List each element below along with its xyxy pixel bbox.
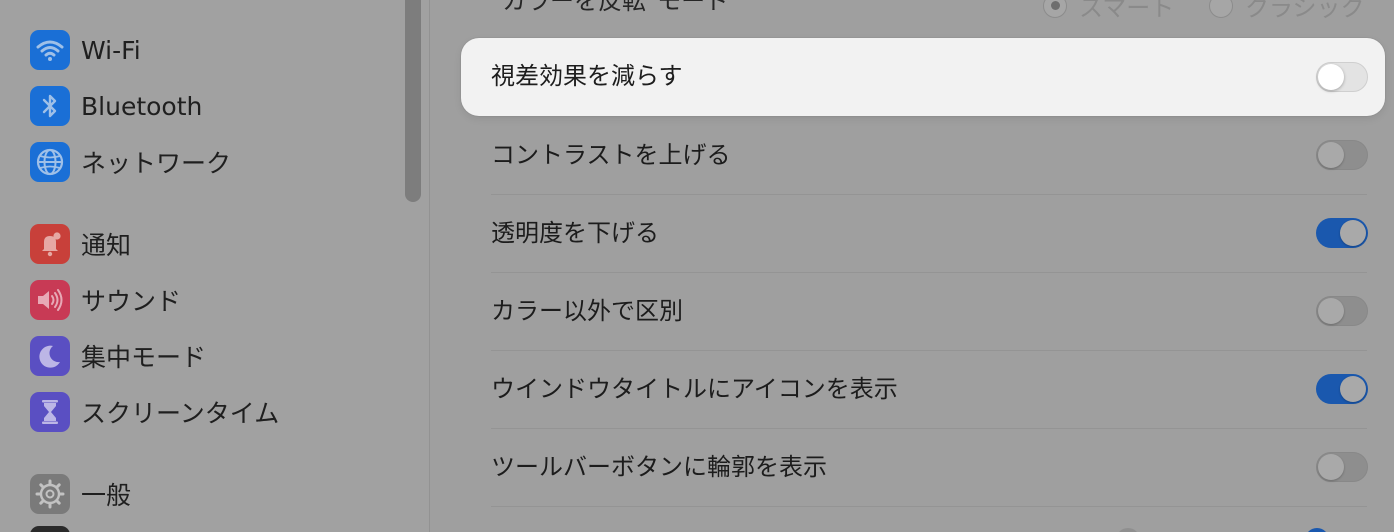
- bell-icon: [30, 224, 70, 264]
- sidebar-item-label: 集中モード: [81, 343, 207, 372]
- radio-option-label: スマート: [1079, 0, 1175, 22]
- sidebar-item-wifi[interactable]: Wi-Fi: [30, 29, 141, 71]
- sidebar-next-item-icon: [30, 526, 70, 532]
- globe-icon: [30, 142, 70, 182]
- row-divider: [491, 428, 1367, 429]
- sidebar: Wi-Fi Bluetooth ネットワーク 通知 サウンド 集中モード スクリ…: [0, 0, 429, 532]
- increase-contrast-toggle[interactable]: [1316, 140, 1368, 170]
- reduce-transparency-label: 透明度を下げる: [491, 219, 659, 247]
- sidebar-item-general[interactable]: 一般: [30, 473, 131, 515]
- show-toolbar-button-shapes-label: ツールバーボタンに輪郭を表示: [491, 453, 827, 481]
- sidebar-item-label: Wi-Fi: [81, 35, 141, 65]
- radio-option-smart[interactable]: スマート: [1043, 0, 1174, 23]
- sidebar-item-label: サウンド: [81, 287, 182, 316]
- reduce-motion-row[interactable]: 視差効果を減らす: [461, 38, 1385, 116]
- show-window-title-icons-label: ウインドウタイトルにアイコンを表示: [491, 375, 898, 403]
- show-toolbar-button-shapes-toggle[interactable]: [1316, 452, 1368, 482]
- sidebar-item-sound[interactable]: サウンド: [30, 279, 181, 321]
- sidebar-scrollbar[interactable]: [405, 0, 421, 202]
- sidebar-item-label: スクリーンタイム: [81, 399, 280, 428]
- system-settings-window: Wi-Fi Bluetooth ネットワーク 通知 サウンド 集中モード スクリ…: [0, 0, 1394, 532]
- wifi-icon: [30, 30, 70, 70]
- row-divider: [491, 194, 1367, 195]
- sidebar-item-screen-time[interactable]: スクリーンタイム: [30, 391, 279, 433]
- gear-icon: [30, 474, 70, 514]
- next-row-control[interactable]: [1305, 528, 1329, 532]
- show-window-title-icons-toggle[interactable]: [1316, 374, 1368, 404]
- sidebar-item-label: 通知: [81, 231, 132, 260]
- sidebar-item-label: 一般: [81, 481, 132, 510]
- reduce-transparency-toggle[interactable]: [1316, 218, 1368, 248]
- next-row-control[interactable]: [1116, 528, 1140, 532]
- reduce-motion-label: 視差効果を減らす: [491, 62, 683, 90]
- sidebar-item-network[interactable]: ネットワーク: [30, 141, 231, 183]
- radio-button-selected[interactable]: [1043, 0, 1067, 18]
- differentiate-without-color-label: カラー以外で区別: [491, 297, 683, 325]
- sidebar-item-label: ネットワーク: [81, 149, 232, 178]
- sidebar-item-bluetooth[interactable]: Bluetooth: [30, 85, 202, 127]
- speaker-icon: [30, 280, 70, 320]
- moon-icon: [30, 336, 70, 376]
- increase-contrast-label: コントラストを上げる: [491, 141, 731, 169]
- row-divider: [491, 350, 1367, 351]
- bluetooth-icon: [30, 86, 70, 126]
- radio-button[interactable]: [1209, 0, 1233, 18]
- invert-colors-mode-label: "カラーを反転"モード: [491, 0, 730, 15]
- sidebar-item-notifications[interactable]: 通知: [30, 223, 131, 265]
- hourglass-icon: [30, 392, 70, 432]
- sidebar-item-label: Bluetooth: [81, 91, 203, 121]
- sidebar-item-focus[interactable]: 集中モード: [30, 335, 206, 377]
- sidebar-divider: [429, 0, 430, 532]
- row-divider: [491, 506, 1367, 507]
- reduce-motion-toggle[interactable]: [1316, 62, 1368, 92]
- row-divider: [491, 272, 1367, 273]
- differentiate-without-color-toggle[interactable]: [1316, 296, 1368, 326]
- radio-option-classic[interactable]: クラシック: [1209, 0, 1365, 23]
- radio-option-label: クラシック: [1245, 0, 1365, 22]
